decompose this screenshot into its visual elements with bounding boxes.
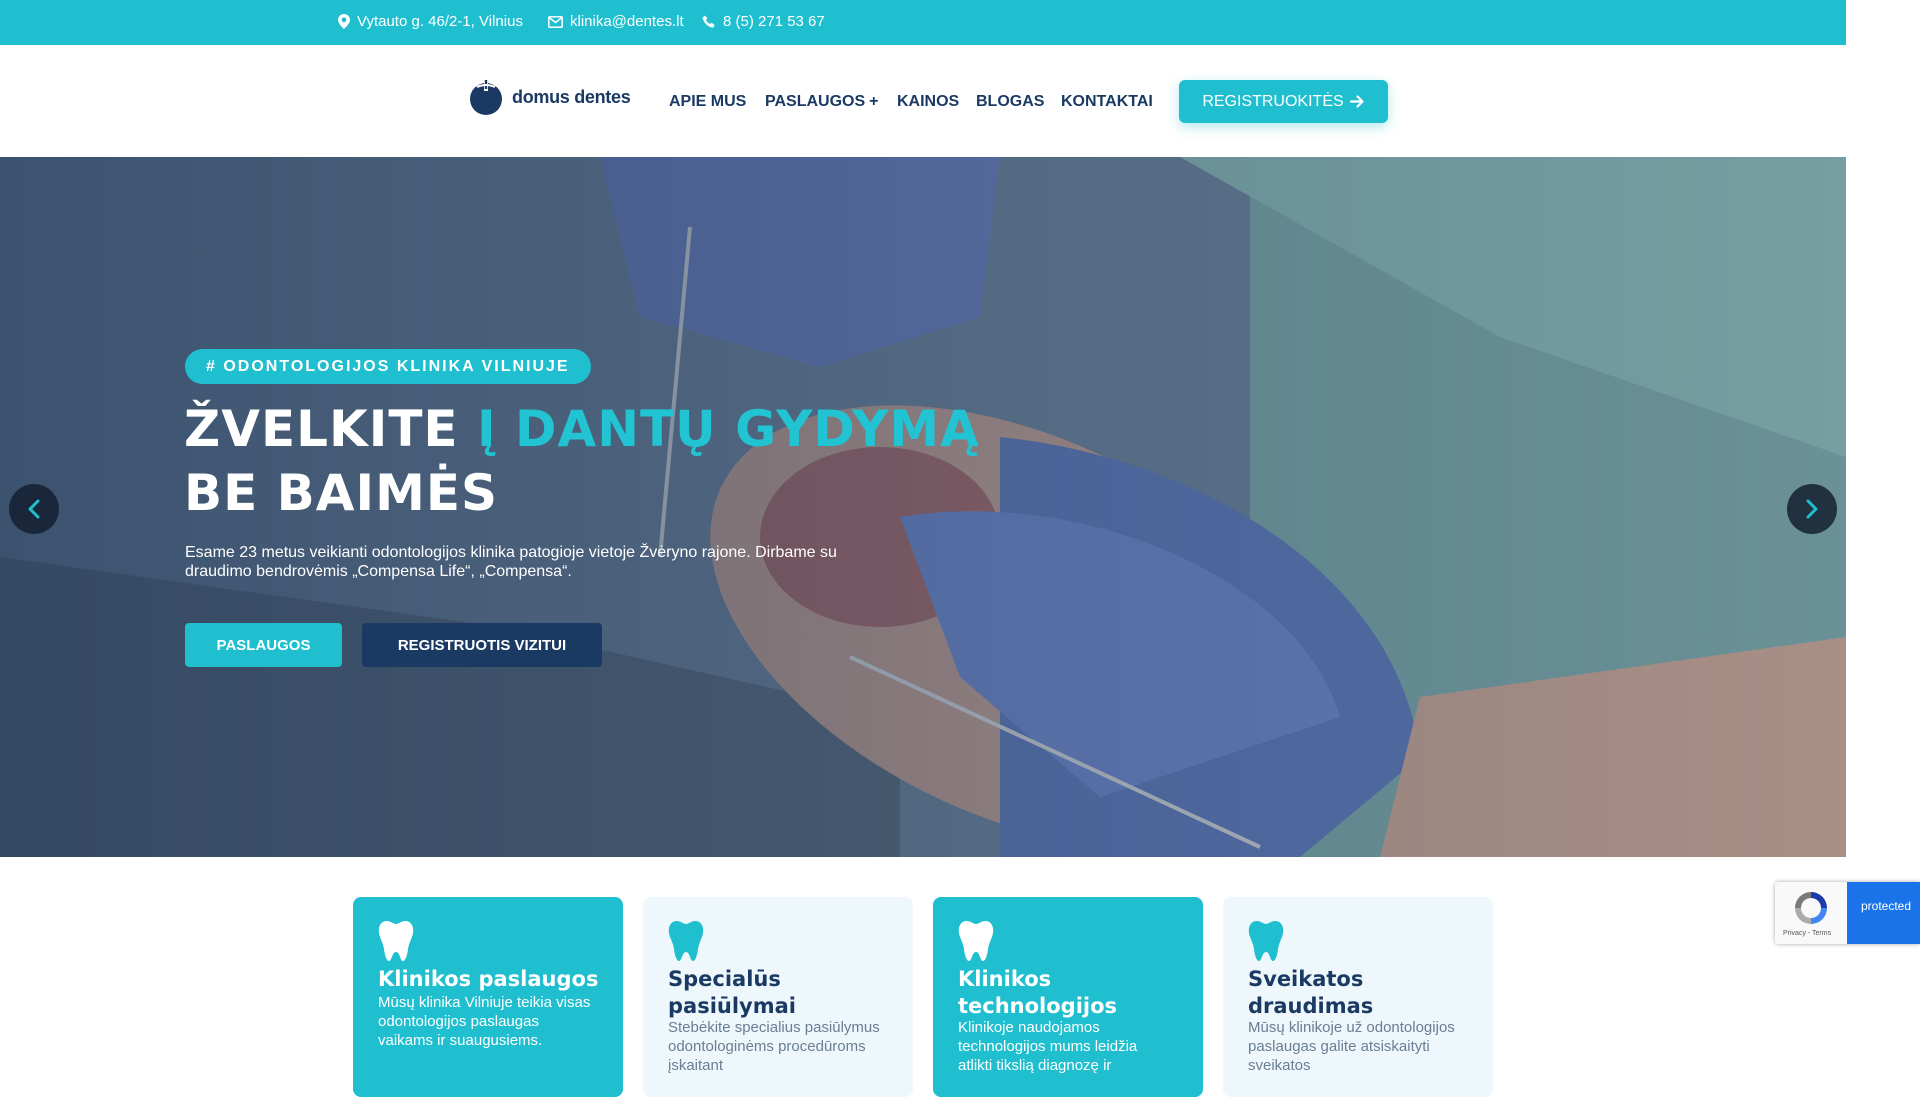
address-text: Vytauto g. 46/2-1, Vilnius [357, 13, 523, 30]
nav-item-blogas[interactable]: BLOGAS [976, 93, 1044, 111]
nav-item-kontaktai[interactable]: KONTAKTAI [1061, 93, 1153, 111]
hero-title: ŽVELKITE Į DANTŲ GYDYMĄ BE BAIMĖS [184, 397, 984, 525]
recaptcha-label: protected [1861, 899, 1912, 913]
feature-cards: Klinikos paslaugos Mūsų klinika Vilniuje… [0, 857, 1846, 1097]
card-special-offers[interactable]: Specialūs pasiūlymai Stebėkite specialiu… [643, 897, 913, 1097]
logo-mark-icon [470, 79, 502, 115]
book-visit-button[interactable]: REGISTRUOTIS VIZITUI [362, 623, 602, 667]
chevron-left-icon [28, 499, 40, 519]
register-button-label: REGISTRUOKITĖS [1202, 92, 1344, 110]
top-info-bar: Vytauto g. 46/2-1, Vilnius klinika@dente… [0, 0, 1846, 45]
card-clinic-technologies[interactable]: Klinikos technologijos Klinikoje naudoja… [933, 897, 1203, 1097]
card-text: Stebėkite specialius pasiūlymus odontolo… [668, 1019, 880, 1074]
hero-title-part2: BE BAIMĖS [184, 464, 499, 522]
services-button[interactable]: PASLAUGOS [185, 623, 342, 667]
card-title: Sveikatos draudimas [1248, 967, 1374, 1018]
recaptcha-icon [1795, 892, 1827, 924]
recaptcha-terms[interactable]: Privacy - Terms [1783, 930, 1831, 937]
recaptcha-label-panel: protected [1847, 882, 1920, 944]
phone-link[interactable]: 8 (5) 271 53 67 [723, 13, 825, 30]
card-text: Klinikoje naudojamos technologijos mums … [958, 1019, 1138, 1074]
card-title: Klinikos paslaugos [378, 967, 599, 991]
email-link[interactable]: klinika@dentes.lt [570, 13, 684, 30]
location-pin-icon [338, 14, 350, 29]
card-title: Klinikos technologijos [958, 967, 1118, 1018]
nav-item-paslaugos[interactable]: PASLAUGOS + [765, 93, 879, 111]
slider-prev-button[interactable] [9, 484, 59, 534]
envelope-icon [548, 15, 563, 28]
nav-item-paslaugos-label: PASLAUGOS [765, 93, 866, 110]
card-health-insurance[interactable]: Sveikatos draudimas Mūsų klinikoje už od… [1223, 897, 1493, 1097]
recaptcha-logo-box: Privacy - Terms [1775, 882, 1847, 944]
hero-title-part1: ŽVELKITE [184, 400, 477, 458]
recaptcha-badge[interactable]: Privacy - Terms protected [1775, 882, 1920, 944]
tooth-icon [378, 921, 414, 961]
phone-item[interactable]: 8 (5) 271 53 67 [702, 13, 825, 30]
brand-logo[interactable]: domus dentes [468, 79, 631, 115]
chevron-right-icon [1806, 499, 1818, 519]
hero-tag: # ODONTOLOGIJOS KLINIKA VILNIUJE [185, 349, 591, 384]
card-text: Mūsų klinika Vilniuje teikia visas odont… [378, 994, 591, 1049]
email-item[interactable]: klinika@dentes.lt [548, 13, 684, 30]
main-navigation: domus dentes APIE MUS PASLAUGOS + KAINOS … [0, 45, 1846, 157]
tooth-icon [958, 921, 994, 961]
card-title: Specialūs pasiūlymai [668, 967, 796, 1018]
address-item[interactable]: Vytauto g. 46/2-1, Vilnius [338, 13, 523, 30]
plus-icon: + [869, 93, 879, 110]
slider-next-button[interactable] [1787, 484, 1837, 534]
phone-icon [702, 15, 715, 28]
card-clinic-services[interactable]: Klinikos paslaugos Mūsų klinika Vilniuje… [353, 897, 623, 1097]
tooth-icon [668, 921, 704, 961]
card-text: Mūsų klinikoje už odontologijos paslauga… [1248, 1019, 1455, 1074]
hero-title-accent: Į DANTŲ GYDYMĄ [476, 400, 980, 458]
nav-item-apie-mus[interactable]: APIE MUS [669, 93, 746, 111]
nav-item-kainos[interactable]: KAINOS [897, 93, 959, 111]
hero-description: Esame 23 metus veikianti odontologijos k… [185, 544, 837, 580]
register-button[interactable]: REGISTRUOKITĖS [1179, 80, 1388, 123]
brand-name: domus dentes [512, 86, 631, 107]
arrow-right-icon [1349, 95, 1364, 108]
hero-slider: # ODONTOLOGIJOS KLINIKA VILNIUJE ŽVELKIT… [0, 157, 1846, 857]
tooth-icon [1248, 921, 1284, 961]
